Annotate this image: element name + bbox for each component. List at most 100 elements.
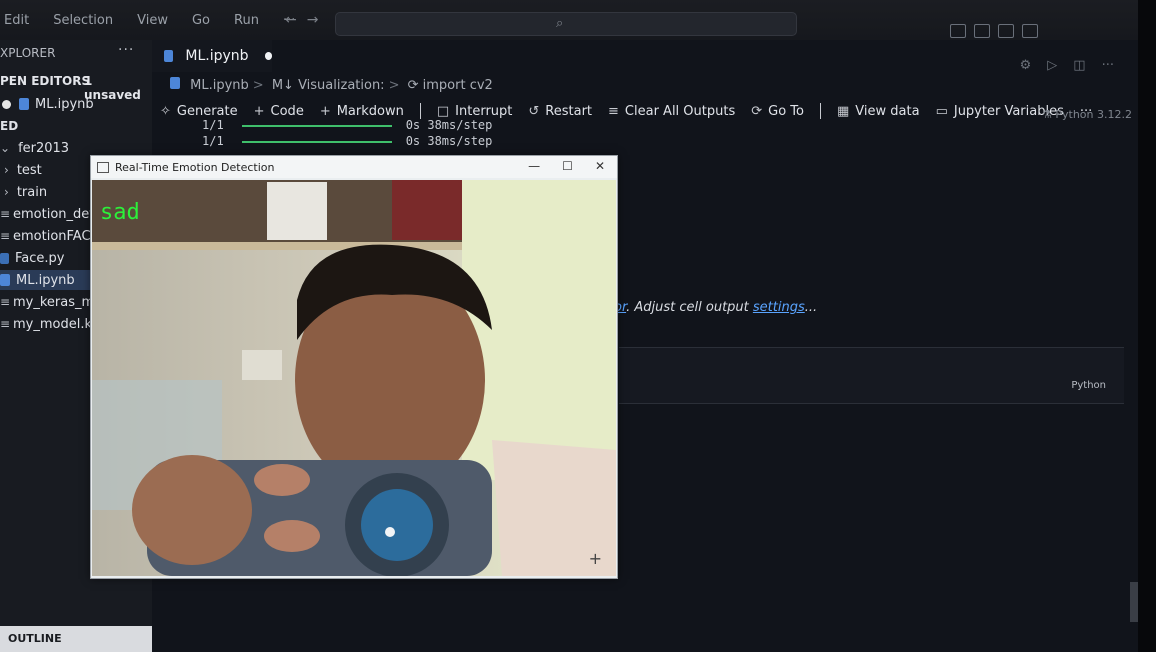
open-editor-label: ML.ipynb <box>35 96 94 112</box>
tree-item-my-keras[interactable]: ≡ my_keras_mo <box>0 292 102 312</box>
unsaved-dot-icon[interactable] <box>264 52 272 60</box>
tree-item-label: Face.py <box>15 250 65 266</box>
tree-item-label: emotionFACE <box>13 228 99 244</box>
tree-item-emotionface[interactable]: ≡ emotionFACE <box>0 226 99 246</box>
nav-arrows[interactable]: ←→ <box>285 12 328 28</box>
tree-item-label: ML.ipynb <box>16 272 75 288</box>
cell-language[interactable]: Python <box>1071 380 1106 391</box>
generate-label: Generate <box>176 103 238 119</box>
interrupt-label: Interrupt <box>455 103 513 119</box>
tree-item-label: emotion_dete <box>13 206 103 222</box>
run-icon[interactable]: ▷ <box>1047 58 1057 73</box>
file-lines-icon: ≡ <box>0 229 11 243</box>
kernel-label: Python 3.12.2 <box>1055 108 1132 121</box>
window-app-icon <box>97 161 109 173</box>
output-line: 1/1 0s 38ms/step <box>202 134 492 148</box>
toolbar-divider <box>820 103 821 119</box>
minimize-button[interactable]: — <box>528 159 540 173</box>
maximize-button[interactable]: ☐ <box>562 159 573 173</box>
unsaved-badge: 1 unsaved <box>84 74 141 102</box>
restart-label: Restart <box>545 103 593 119</box>
menu-view[interactable]: View <box>133 13 172 28</box>
tree-item-face-py[interactable]: Face.py <box>0 248 64 268</box>
tree-item-my-model[interactable]: ≡ my_model.ke <box>0 314 100 334</box>
tree-item-test[interactable]: › test <box>4 160 42 180</box>
clear-outputs-button[interactable]: ≡ Clear All Outputs <box>608 104 735 119</box>
view-data-button[interactable]: ▦ View data <box>837 104 920 119</box>
interrupt-button[interactable]: □ Interrupt <box>437 104 513 119</box>
settings-link[interactable]: settings <box>753 300 805 315</box>
code-cell[interactable]: Python <box>619 347 1124 404</box>
menu-go[interactable]: Go <box>188 13 214 28</box>
output-time: 0s 38ms/step <box>405 118 493 132</box>
gear-icon[interactable]: ⚙ <box>1020 58 1032 73</box>
file-lines-icon: ≡ <box>0 317 11 331</box>
explorer-title: XPLORER <box>0 46 56 60</box>
menu-selection[interactable]: Selection <box>49 13 117 28</box>
layout-toggle-icon[interactable] <box>950 24 966 38</box>
notebook-icon <box>19 98 29 110</box>
screen-bezel <box>1138 0 1156 652</box>
clear-label: Clear All Outputs <box>624 103 736 119</box>
open-editors-header[interactable]: PEN EDITORS <box>0 74 90 88</box>
chevron-down-icon: ⌄ <box>0 141 11 155</box>
window-titlebar[interactable]: Real-Time Emotion Detection — ☐ ✕ <box>91 156 617 178</box>
window-controls: — ☐ ✕ <box>528 159 605 173</box>
crosshair-icon: + <box>588 549 602 568</box>
breadcrumb: ML.ipynb > M↓ Visualization: > ⟳ import cv… <box>170 77 493 93</box>
plus-icon: + <box>253 103 265 119</box>
table-icon: ▦ <box>837 103 850 119</box>
add-markdown-button[interactable]: + Markdown <box>320 104 404 119</box>
clear-icon: ≡ <box>608 103 619 119</box>
refresh-icon: ⟳ <box>407 78 419 93</box>
file-lines-icon: ≡ <box>0 207 11 221</box>
explorer-more-button[interactable]: ··· <box>118 42 134 58</box>
output-step: 1/1 <box>202 134 224 148</box>
toolbar-divider <box>419 103 421 119</box>
open-editor-item[interactable]: ML.ipynb <box>2 94 94 114</box>
layout-panel-icon[interactable] <box>974 24 990 38</box>
breadcrumb-cell[interactable]: import cv2 <box>423 78 493 93</box>
progress-bar <box>241 140 392 143</box>
outline-label: OUTLINE <box>8 632 62 645</box>
sparkle-icon: ✧ <box>160 103 171 119</box>
goto-label: Go To <box>768 103 804 119</box>
tab-ml-ipynb[interactable]: ML.ipynb <box>152 40 272 72</box>
progress-bar <box>241 124 392 127</box>
outline-section[interactable]: OUTLINE <box>0 626 160 652</box>
menu-run[interactable]: Run <box>230 13 263 28</box>
editor-scrollbar[interactable] <box>1130 582 1138 622</box>
chevron-right-icon: › <box>4 163 9 177</box>
layout-sidebar-icon[interactable] <box>998 24 1014 38</box>
command-center[interactable]: ⌕ <box>335 12 797 36</box>
tree-item-fer2013[interactable]: ⌄ fer2013 <box>0 138 69 158</box>
split-editor-icon[interactable]: ◫ <box>1073 58 1085 73</box>
close-button[interactable]: ✕ <box>595 159 605 173</box>
output-line: 1/1 0s 38ms/step <box>202 118 492 132</box>
menu-edit[interactable]: Edit <box>0 13 33 28</box>
more-icon[interactable]: ··· <box>1102 58 1114 73</box>
layout-grid-icon[interactable] <box>1022 24 1038 38</box>
generate-button[interactable]: ✧ Generate <box>160 104 238 119</box>
tab-label: ML.ipynb <box>185 48 249 64</box>
tree-item-label: my_model.ke <box>13 316 100 332</box>
add-code-button[interactable]: + Code <box>254 104 304 119</box>
breadcrumb-file[interactable]: ML.ipynb <box>190 78 249 93</box>
restart-button[interactable]: ↺ Restart <box>528 104 592 119</box>
tree-item-emotion-dete[interactable]: ≡ emotion_dete <box>0 204 102 224</box>
tree-item-label: train <box>16 184 48 200</box>
kernel-picker[interactable]: ⚗ Python 3.12.2 <box>1042 108 1132 121</box>
folder-header[interactable]: ED <box>0 116 18 136</box>
window-title: Real-Time Emotion Detection <box>115 160 275 174</box>
plus-icon: + <box>319 103 331 119</box>
breadcrumb-section[interactable]: M↓ Visualization: <box>272 78 385 93</box>
tree-item-train[interactable]: › train <box>4 182 47 202</box>
output-time: 0s 38ms/step <box>405 134 493 148</box>
file-lines-icon: ≡ <box>0 295 11 309</box>
goto-button[interactable]: ⟳ Go To <box>751 104 804 119</box>
webcam-feed: sad + <box>92 180 616 576</box>
layout-controls <box>950 24 1038 38</box>
chevron-right-icon: › <box>4 185 9 199</box>
notebook-icon <box>0 274 10 286</box>
variables-icon: ▭ <box>935 103 948 119</box>
